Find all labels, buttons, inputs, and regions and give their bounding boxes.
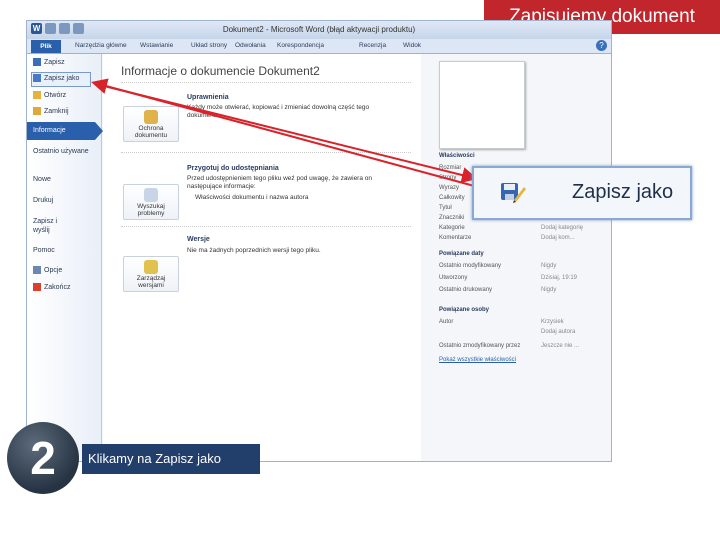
save-as-icon [501, 183, 526, 203]
arrow-to-callout [99, 84, 478, 183]
step-number-badge: 2 [7, 422, 79, 494]
save-as-callout: Zapisz jako [472, 166, 692, 220]
callout-label: Zapisz jako [572, 181, 674, 203]
step-instruction: Klikamy na Zapisz jako [82, 444, 260, 474]
